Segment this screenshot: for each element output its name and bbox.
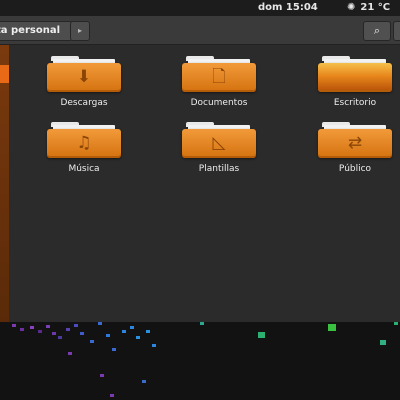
folder-downloads[interactable]: ⬇ Descargas	[34, 56, 134, 116]
folder-label: Escritorio	[333, 98, 377, 108]
top-panel: dom 15:04 ✺ 21 °C	[0, 0, 400, 16]
folder-label: Plantillas	[198, 164, 240, 174]
menu-button[interactable]	[393, 21, 400, 41]
folder-label: Documentos	[190, 98, 248, 108]
template-icon: ◺	[182, 122, 256, 158]
toolbar: ta personal ▸ ⌕	[0, 16, 400, 45]
share-icon: ⇄	[318, 122, 392, 158]
temperature: 21 °C	[360, 2, 391, 13]
breadcrumb-next-icon[interactable]: ▸	[70, 21, 90, 41]
file-manager-window: ta personal ▸ ⌕ ⬇ Descargas 🗋 Documentos…	[0, 16, 400, 323]
desktop-background	[0, 322, 400, 400]
sun-icon: ✺	[347, 2, 356, 13]
sidebar	[0, 45, 9, 322]
folder-templates[interactable]: ◺ Plantillas	[169, 122, 269, 182]
music-icon: ♫	[47, 122, 121, 158]
folder-documents[interactable]: 🗋 Documentos	[169, 56, 269, 116]
folder-label: Público	[338, 164, 372, 174]
desktop-icon	[318, 56, 392, 92]
folder-label: Música	[68, 164, 100, 174]
folder-label: Descargas	[60, 98, 108, 108]
folder-public[interactable]: ⇄ Público	[305, 122, 400, 182]
sidebar-item-selected[interactable]	[0, 65, 9, 83]
folder-music[interactable]: ♫ Música	[34, 122, 134, 182]
folder-desktop[interactable]: Escritorio	[305, 56, 400, 116]
search-button[interactable]: ⌕	[363, 21, 391, 41]
download-icon: ⬇	[47, 56, 121, 92]
weather-indicator[interactable]: ✺ 21 °C	[347, 2, 390, 13]
clock[interactable]: dom 15:04	[258, 2, 318, 13]
search-icon: ⌕	[373, 24, 381, 37]
document-icon: 🗋	[182, 56, 256, 92]
breadcrumb-home[interactable]: ta personal	[0, 21, 73, 41]
